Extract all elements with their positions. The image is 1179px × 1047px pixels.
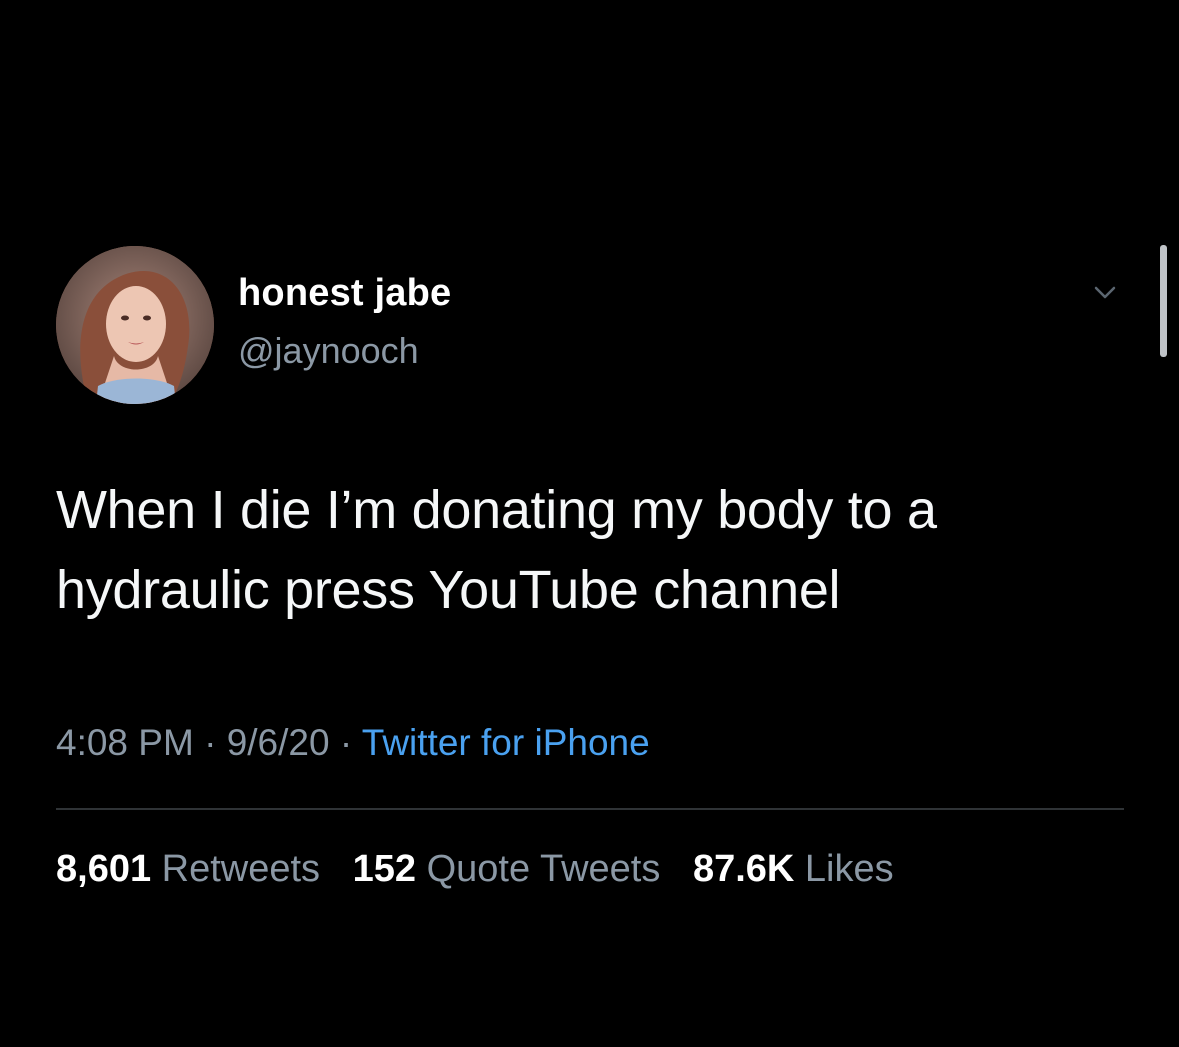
likes-stat[interactable]: 87.6K Likes	[693, 848, 894, 890]
meta-separator: ·	[193, 722, 227, 763]
retweets-stat[interactable]: 8,601 Retweets	[56, 848, 320, 890]
quote-tweets-count: 152	[352, 848, 417, 890]
avatar-photo	[56, 246, 214, 404]
tweet-source-link[interactable]: Twitter for iPhone	[362, 722, 650, 763]
chevron-down-icon[interactable]	[1088, 278, 1122, 308]
likes-count: 87.6K	[692, 848, 795, 890]
user-handle[interactable]: @jaynooch	[238, 330, 419, 372]
tweet-card: honest jabe @jaynooch When I die I’m don…	[0, 0, 1179, 1047]
avatar[interactable]	[56, 246, 214, 404]
tweet-meta: 4:08 PM · 9/6/20 · Twitter for iPhone	[56, 722, 650, 764]
tweet-text-line: hydraulic press YouTube channel	[56, 560, 841, 620]
retweets-label: Retweets	[161, 848, 321, 890]
retweets-count: 8,601	[56, 848, 152, 890]
quote-tweets-stat[interactable]: 152 Quote Tweets	[353, 848, 661, 890]
tweet-stats: 8,601 Retweets 152 Quote Tweets 87.6K Li…	[56, 848, 916, 891]
tweet-text-line: When I die I’m donating my body to a	[56, 480, 937, 540]
tweet-text: When I die I’m donating my body to a hyd…	[56, 470, 1136, 630]
tweet-date[interactable]: 9/6/20	[227, 722, 330, 763]
user-display-name[interactable]: honest jabe	[238, 272, 451, 315]
likes-label: Likes	[804, 848, 894, 890]
scrollbar[interactable]	[1160, 245, 1167, 357]
meta-separator: ·	[329, 722, 362, 763]
tweet-time[interactable]: 4:08 PM	[56, 722, 194, 763]
divider	[56, 808, 1124, 810]
quote-tweets-label: Quote Tweets	[426, 848, 661, 890]
